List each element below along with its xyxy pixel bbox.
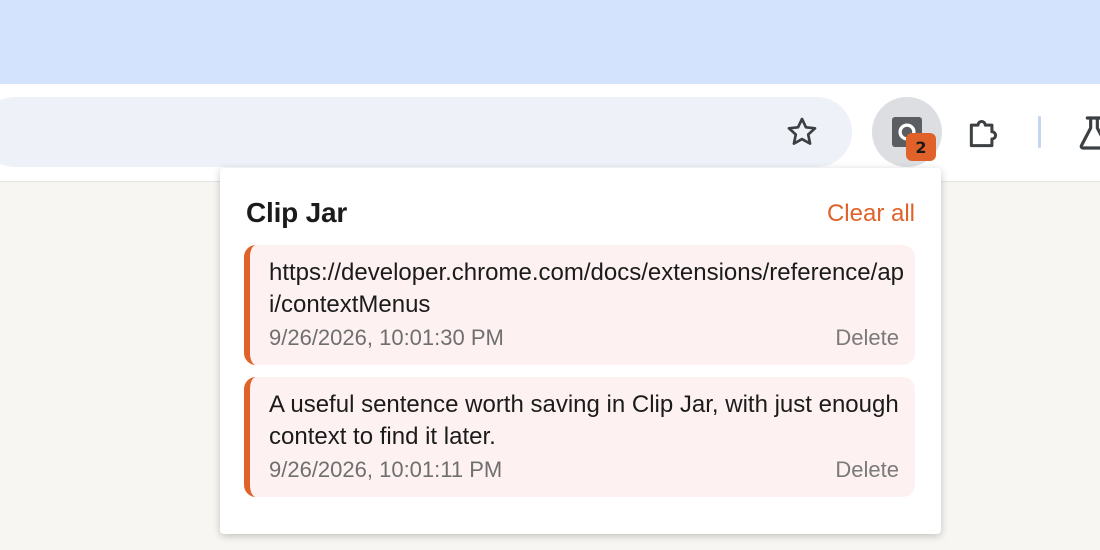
address-bar[interactable] <box>0 97 852 167</box>
clip-text: https://developer.chrome.com/docs/extens… <box>269 259 905 318</box>
extensions-menu-button[interactable] <box>962 111 1006 155</box>
clip-jar-popup: Clip Jar Clear all https://developer.chr… <box>220 168 941 534</box>
delete-clip-button[interactable]: Delete <box>835 325 899 351</box>
delete-clip-button[interactable]: Delete <box>835 457 899 483</box>
labs-button[interactable] <box>1074 113 1100 153</box>
clip-item: https://developer.chrome.com/docs/extens… <box>244 245 915 365</box>
clip-count-badge: 2 <box>906 133 936 161</box>
labs-flask-icon <box>1079 116 1100 150</box>
clear-all-button[interactable]: Clear all <box>827 200 915 228</box>
clip-timestamp: 9/26/2026, 10:01:11 PM <box>269 457 503 482</box>
clip-item: A useful sentence worth saving in Clip J… <box>244 377 915 497</box>
toolbar-divider <box>1038 116 1041 148</box>
extensions-puzzle-icon <box>969 119 998 148</box>
bookmark-star-button[interactable] <box>781 111 823 153</box>
bookmark-star-icon <box>787 117 817 145</box>
popup-title: Clip Jar <box>246 197 348 228</box>
tab-strip <box>0 0 1100 84</box>
clip-text: A useful sentence worth saving in Clip J… <box>269 391 899 450</box>
clip-timestamp: 9/26/2026, 10:01:30 PM <box>269 325 504 350</box>
